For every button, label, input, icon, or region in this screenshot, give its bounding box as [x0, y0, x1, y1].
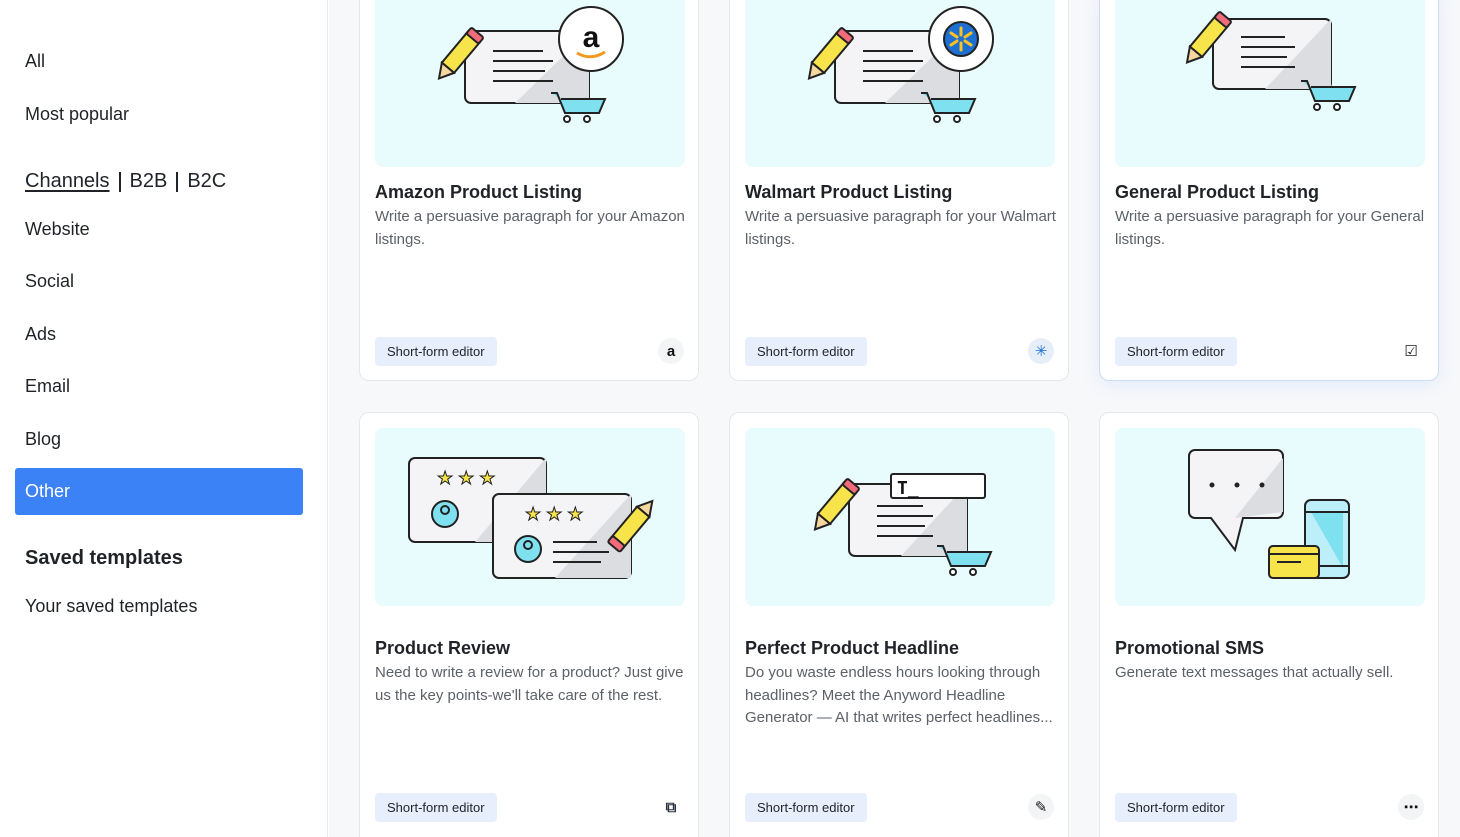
divider: [176, 171, 179, 192]
review-icon: ⧉: [665, 798, 677, 816]
saved-templates-link[interactable]: Your saved templates: [15, 583, 303, 630]
short-form-editor-badge: Short-form editor: [375, 793, 497, 822]
sidebar-item-all[interactable]: All: [15, 38, 303, 85]
edit-document-icon: ☑: [1404, 343, 1418, 360]
card-illustration: a: [375, 0, 685, 167]
headline-illustration: T_: [813, 473, 993, 576]
svg-text:★ ★ ★: ★ ★ ★: [525, 504, 583, 524]
channel-filter: Channels B2B B2C: [25, 170, 226, 193]
card-illustration: [745, 0, 1055, 167]
card-illustration: T_: [745, 428, 1055, 606]
card-title: Promotional SMS: [1115, 638, 1265, 658]
sms-illustration: [1188, 449, 1350, 579]
b2c-tab[interactable]: B2C: [187, 170, 226, 193]
short-form-editor-badge: Short-form editor: [745, 793, 867, 822]
card-description: Do you waste endless hours looking throu…: [745, 664, 1053, 726]
template-card-walmart[interactable]: Walmart Product Listing Write a persuasi…: [729, 0, 1069, 381]
sidebar-item-most-popular[interactable]: Most popular: [15, 91, 303, 138]
walmart-icon: ✳: [1028, 338, 1054, 364]
template-grid: a Amazon Product Listing Write a persuas…: [329, 0, 1460, 837]
card-title: Walmart Product Listing: [745, 182, 953, 202]
card-description: Write a persuasive paragraph for your Ge…: [1115, 208, 1425, 248]
sidebar-item-website[interactable]: Website: [15, 206, 303, 253]
svg-text:T_: T_: [897, 478, 919, 499]
short-form-editor-badge: Short-form editor: [1115, 793, 1237, 822]
channels-tab[interactable]: Channels: [25, 170, 110, 193]
saved-templates-heading: Saved templates: [25, 547, 183, 569]
card-illustration: [1115, 0, 1425, 167]
b2b-tab[interactable]: B2B: [130, 170, 168, 193]
card-illustration: ★ ★ ★ ★ ★ ★: [375, 428, 685, 606]
card-illustration: [1115, 428, 1425, 606]
sidebar-item-ads[interactable]: Ads: [15, 311, 303, 358]
short-form-editor-badge: Short-form editor: [745, 337, 867, 366]
svg-text:★ ★ ★: ★ ★ ★: [437, 468, 495, 488]
template-card-general[interactable]: General Product Listing Write a persuasi…: [1099, 0, 1439, 381]
card-title: Perfect Product Headline: [745, 638, 960, 658]
short-form-editor-badge: Short-form editor: [375, 337, 497, 366]
divider: [118, 171, 121, 192]
sidebar-item-social[interactable]: Social: [15, 258, 303, 305]
sidebar-item-email[interactable]: Email: [15, 363, 303, 410]
sms-icon: ⋯: [1398, 794, 1424, 820]
short-form-editor-badge: Short-form editor: [1115, 337, 1237, 366]
headline-icon: ✎: [1028, 794, 1054, 820]
svg-text:a: a: [583, 21, 600, 54]
template-card-perfect-headline[interactable]: T_ Perfect Product Headline Do you waste…: [729, 412, 1069, 837]
card-description: Need to write a review for a product? Ju…: [375, 664, 684, 704]
card-title: General Product Listing: [1115, 182, 1320, 202]
template-card-product-review[interactable]: ★ ★ ★ ★ ★ ★ Product Review Need to write: [359, 412, 699, 837]
sidebar: All Most popular Channels B2B B2C Websit…: [0, 0, 328, 837]
listing-illustration: a: [437, 6, 624, 123]
listing-illustration: [807, 6, 994, 123]
listing-illustration: [1185, 11, 1357, 111]
card-title: Amazon Product Listing: [375, 182, 582, 202]
card-description: Write a persuasive paragraph for your Am…: [375, 208, 685, 248]
review-illustration: ★ ★ ★ ★ ★ ★: [408, 457, 654, 579]
card-description: Write a persuasive paragraph for your Wa…: [745, 208, 1056, 248]
sidebar-item-other[interactable]: Other: [15, 468, 303, 515]
template-card-promotional-sms[interactable]: Promotional SMS Generate text messages t…: [1099, 412, 1439, 837]
sidebar-item-blog[interactable]: Blog: [15, 416, 303, 463]
amazon-icon: a: [658, 338, 684, 364]
card-description: Generate text messages that actually sel…: [1115, 664, 1394, 681]
card-title: Product Review: [375, 638, 511, 658]
template-card-amazon[interactable]: a Amazon Product Listing Write a persuas…: [359, 0, 699, 381]
